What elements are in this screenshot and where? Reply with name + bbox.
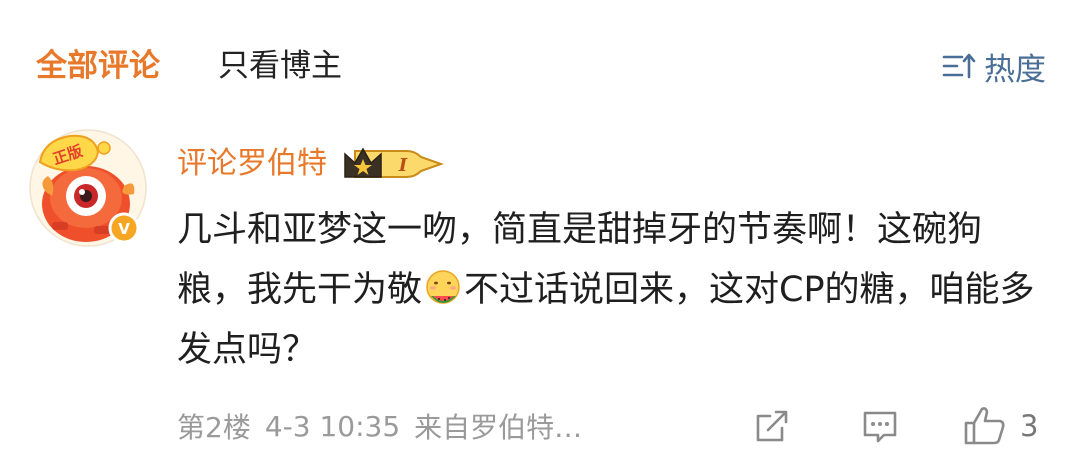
tab-only-blogger[interactable]: 只看博主	[218, 44, 342, 88]
like-count: 3	[1020, 409, 1039, 443]
share-button[interactable]	[752, 402, 792, 450]
comment-actions: 3	[0, 402, 1080, 450]
avatar[interactable]: 正版 V	[26, 126, 150, 250]
sort-icon	[942, 53, 976, 79]
sort-by-heat-button[interactable]: 热度	[942, 44, 1046, 88]
comment-tabs: 全部评论 只看博主 热度	[0, 0, 1080, 130]
reply-button[interactable]	[860, 402, 900, 450]
like-button[interactable]: 3	[962, 402, 1038, 450]
level-text: I	[398, 155, 408, 176]
share-icon	[756, 410, 788, 442]
svg-text:V: V	[118, 220, 130, 238]
sort-label: 热度	[984, 51, 1046, 88]
comment-icon	[863, 411, 897, 443]
tab-all-comments[interactable]: 全部评论	[36, 44, 160, 88]
eating-watermelon-emoji	[426, 270, 460, 304]
comment-text: 几斗和亚梦这一吻，简直是甜掉牙的节奏啊！这碗狗粮，我先干为敬 不过话说回来，这对…	[177, 200, 1047, 380]
crown-icon[interactable]: I	[341, 143, 445, 185]
comment-header: 评论罗伯特 I	[177, 140, 445, 188]
thumbs-up-icon	[964, 407, 1005, 445]
comment-author[interactable]: 评论罗伯特	[177, 144, 327, 184]
verified-icon: V	[108, 212, 140, 244]
